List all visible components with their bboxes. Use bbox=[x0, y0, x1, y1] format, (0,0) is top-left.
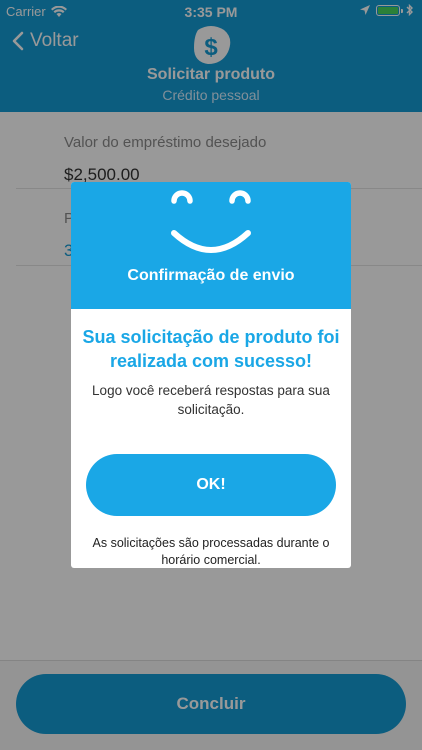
dialog-note: As solicitações são processadas durante … bbox=[92, 536, 330, 567]
dialog-title: Confirmação de envio bbox=[127, 267, 295, 284]
dialog-body: Logo você receberá respostas para sua so… bbox=[92, 383, 330, 417]
success-message: Sua solicitação de produto foi realizada… bbox=[82, 327, 340, 371]
dialog-header: Confirmação de envio bbox=[71, 182, 351, 309]
smiley-icon bbox=[171, 190, 251, 253]
confirmation-dialog: Confirmação de envio Sua solicitação de … bbox=[71, 182, 351, 568]
ok-button[interactable]: OK! bbox=[86, 454, 336, 516]
